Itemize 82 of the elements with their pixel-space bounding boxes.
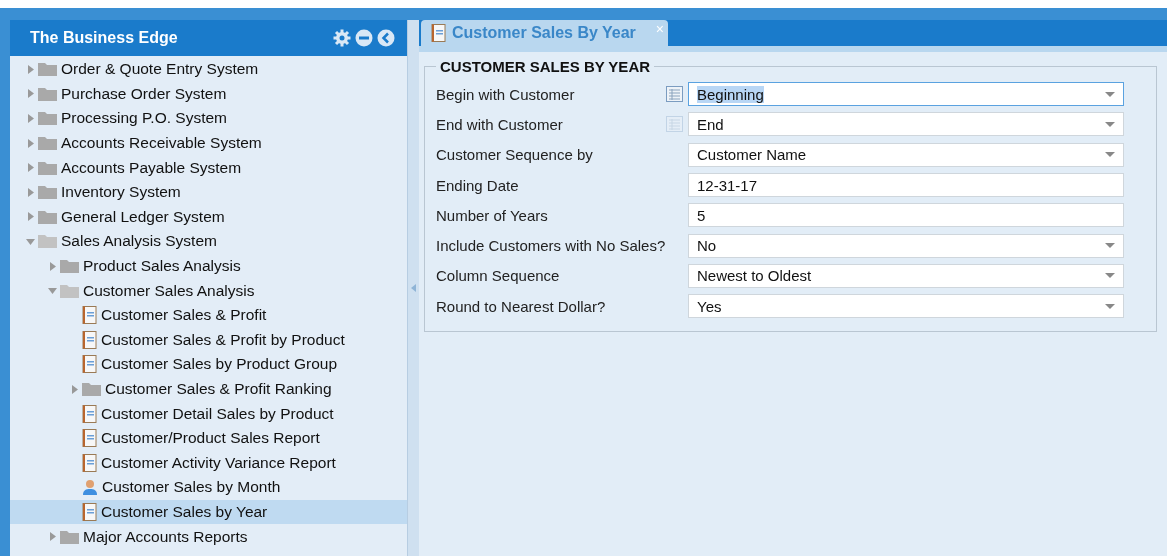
- dropdown-field[interactable]: End: [688, 112, 1124, 137]
- person-icon: [82, 478, 98, 496]
- folder-icon: [60, 529, 79, 544]
- tree-item[interactable]: Customer Sales & Profit by Product: [10, 327, 407, 353]
- caret-down-icon[interactable]: [1105, 91, 1115, 97]
- report-icon: [82, 306, 97, 325]
- caret-right-icon[interactable]: [25, 138, 35, 148]
- tree-item[interactable]: Customer Sales & Profit: [10, 302, 407, 328]
- field-label: Customer Sequence by: [436, 146, 594, 164]
- input-field[interactable]: 5: [688, 203, 1124, 228]
- app-title: The Business Edge: [30, 29, 178, 47]
- report-icon: [82, 429, 97, 448]
- tree-item[interactable]: Purchase Order System: [10, 81, 407, 107]
- tree-item[interactable]: Major Accounts Reports: [10, 524, 407, 549]
- field-label: Number of Years: [436, 206, 549, 224]
- caret-down-icon[interactable]: [47, 286, 57, 296]
- dropdown-field[interactable]: Yes: [688, 294, 1124, 319]
- tree-item[interactable]: Sales Analysis System: [10, 229, 407, 254]
- folder-icon: [60, 283, 79, 298]
- back-circle-icon[interactable]: [377, 29, 395, 47]
- report-icon: [82, 330, 97, 349]
- folder-icon: [38, 136, 57, 151]
- caret-right-icon[interactable]: [47, 261, 57, 271]
- tree-item[interactable]: General Ledger System: [10, 204, 407, 230]
- caret-right-icon[interactable]: [25, 64, 35, 74]
- collapse-handle-icon[interactable]: [411, 284, 416, 292]
- report-icon: [82, 503, 97, 521]
- report-icon: [82, 453, 97, 472]
- tree-item[interactable]: Customer/Product Sales Report: [10, 425, 407, 451]
- folder-icon: [38, 160, 57, 175]
- folder-icon: [38, 62, 57, 77]
- tree-item[interactable]: Customer Activity Variance Report: [10, 450, 407, 476]
- caret-right-icon[interactable]: [47, 532, 57, 542]
- caret-down-icon[interactable]: [1105, 273, 1115, 279]
- tree-item[interactable]: Customer Sales by Month: [10, 475, 407, 500]
- dropdown-field[interactable]: Beginning: [688, 82, 1124, 107]
- field-label: Ending Date: [436, 176, 520, 194]
- tree-item[interactable]: Processing P.O. System: [10, 106, 407, 131]
- caret-down-icon[interactable]: [1105, 243, 1115, 249]
- tree-item[interactable]: Customer Sales Analysis: [10, 278, 407, 303]
- folder-icon: [38, 86, 57, 101]
- tree-item[interactable]: Accounts Receivable System: [10, 130, 407, 156]
- caret-right-icon[interactable]: [25, 89, 35, 99]
- tree-item[interactable]: Customer Sales by Year: [10, 499, 407, 525]
- field-label: End with Customer: [436, 115, 564, 133]
- field-label: Round to Nearest Dollar?: [436, 297, 607, 315]
- caret-right-icon[interactable]: [25, 212, 35, 222]
- tree-item[interactable]: Customer Detail Sales by Product: [10, 401, 407, 426]
- caret-right-icon[interactable]: [25, 114, 35, 123]
- folder-icon: [60, 259, 79, 274]
- minus-circle-icon[interactable]: [355, 29, 373, 47]
- folder-icon: [38, 234, 57, 249]
- folder-icon: [38, 185, 57, 200]
- caret-right-icon[interactable]: [25, 163, 35, 173]
- tree-item[interactable]: Product Sales Analysis: [10, 253, 407, 279]
- caret-right-icon[interactable]: [25, 187, 35, 197]
- caret-down-icon[interactable]: [1105, 121, 1115, 127]
- dropdown-field[interactable]: No: [688, 233, 1124, 258]
- dropdown-field[interactable]: Customer Name: [688, 142, 1124, 167]
- tree-item[interactable]: Customer Sales & Profit Ranking: [10, 376, 407, 402]
- field-label: Include Customers with No Sales?: [436, 237, 666, 255]
- report-icon: [431, 24, 446, 42]
- dropdown-field[interactable]: Newest to Oldest: [688, 263, 1124, 288]
- table-icon[interactable]: [666, 86, 683, 103]
- caret-right-icon[interactable]: [69, 384, 79, 394]
- tree-item[interactable]: Accounts Payable System: [10, 155, 407, 180]
- folder-icon: [82, 382, 101, 396]
- input-field[interactable]: 12-31-17: [688, 173, 1124, 198]
- caret-down-icon[interactable]: [25, 236, 35, 246]
- folder-icon: [38, 111, 57, 126]
- field-label: Column Sequence: [436, 267, 561, 285]
- field-label: Begin with Customer: [436, 85, 576, 103]
- folder-icon: [38, 209, 57, 224]
- settings-icon[interactable]: [333, 29, 351, 47]
- tree-item[interactable]: Inventory System: [10, 179, 407, 205]
- tree-item[interactable]: Order & Quote Entry System: [10, 57, 407, 82]
- report-icon: [82, 404, 97, 423]
- tree-item[interactable]: Customer Sales by Product Group: [10, 352, 407, 377]
- caret-down-icon[interactable]: [1105, 303, 1115, 309]
- caret-down-icon[interactable]: [1105, 152, 1115, 158]
- form-title: CUSTOMER SALES BY YEAR: [439, 58, 652, 75]
- report-icon: [82, 355, 97, 374]
